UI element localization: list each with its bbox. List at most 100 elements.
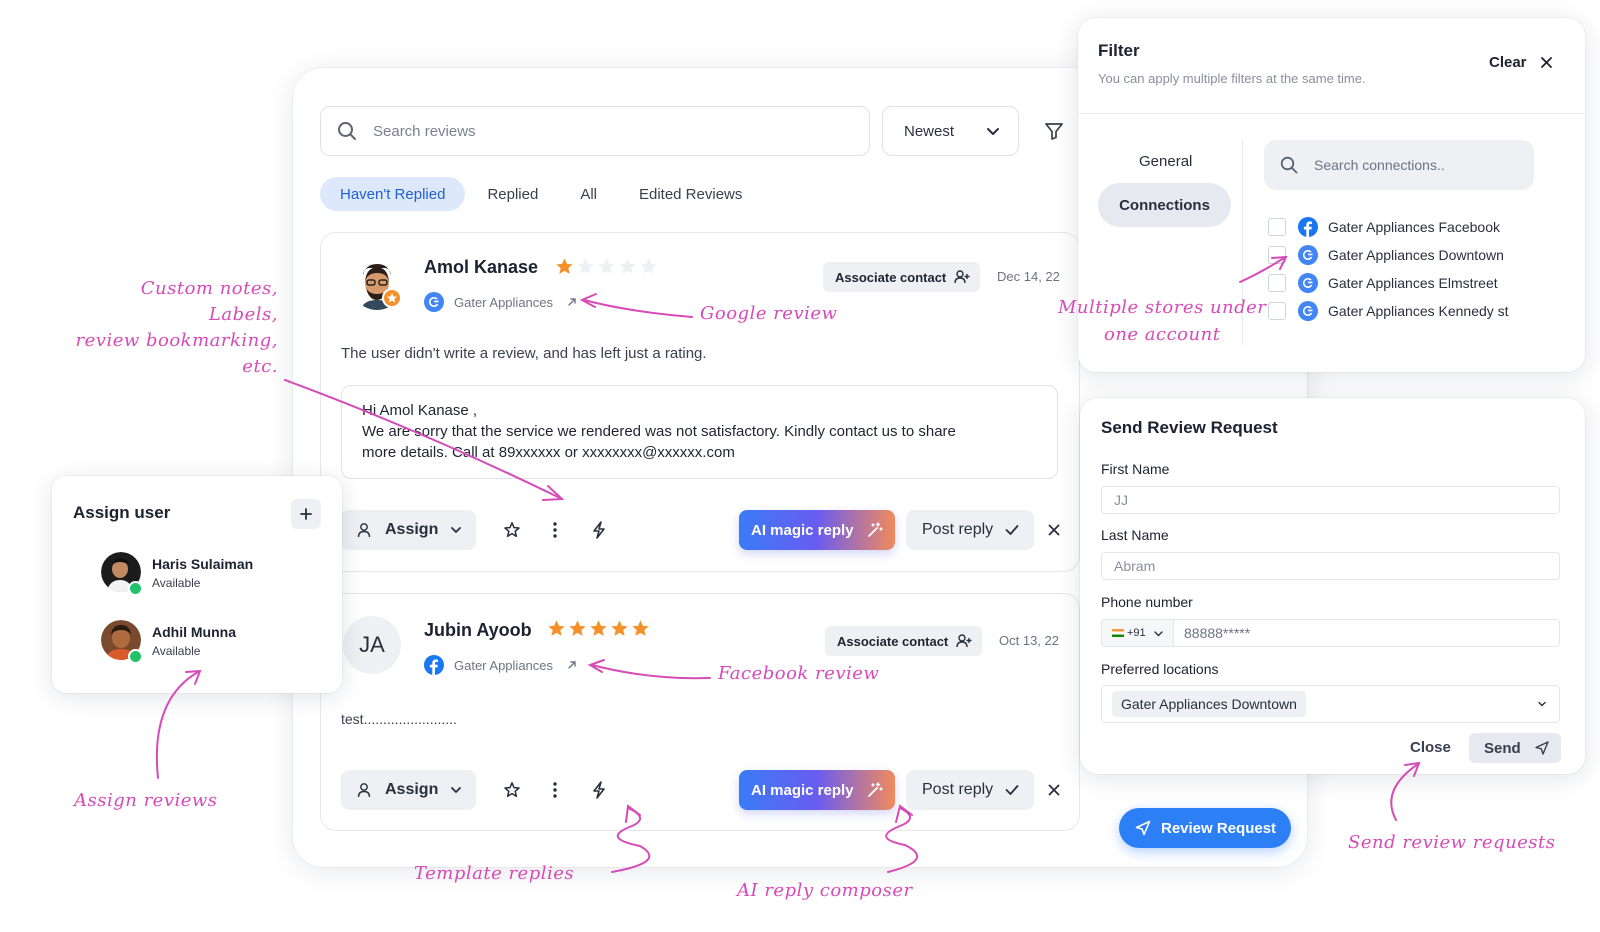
filter-tab-connections[interactable]: Connections — [1098, 183, 1231, 227]
chevron-down-icon — [451, 787, 462, 793]
chevron-down-icon — [987, 128, 999, 135]
associate-contact-button[interactable]: Associate contact — [825, 626, 983, 656]
reply-textarea[interactable]: Hi Amol Kanase , We are sorry that the s… — [341, 385, 1058, 479]
filter-button[interactable] — [1042, 119, 1066, 143]
connection-label: Gater Appliances Kennedy st — [1328, 303, 1509, 319]
bookmark-star-button[interactable] — [500, 518, 524, 542]
user-icon — [357, 523, 371, 538]
send-icon — [1534, 741, 1549, 755]
template-replies-button[interactable] — [587, 518, 611, 542]
preferred-locations-select[interactable]: Gater Appliances Downtown — [1101, 685, 1560, 723]
bookmark-star-button[interactable] — [500, 778, 524, 802]
search-connections-input[interactable]: Search connections.. — [1264, 140, 1534, 190]
annotation-ai-reply: AI reply composer — [737, 880, 913, 901]
external-link-icon[interactable] — [567, 297, 577, 307]
assign-button[interactable]: Assign — [341, 510, 476, 550]
review-date: Oct 13, 22 — [999, 633, 1059, 648]
user-name[interactable]: Haris Sulaiman — [152, 556, 253, 572]
review-request-label: Review Request — [1161, 819, 1277, 837]
connection-label: Gater Appliances Downtown — [1328, 247, 1504, 263]
tab-edited-reviews[interactable]: Edited Reviews — [619, 177, 762, 211]
preferred-locations-label: Preferred locations — [1101, 661, 1219, 677]
annotation-send-requests: Send review requests — [1348, 832, 1556, 853]
add-user-button[interactable] — [291, 499, 321, 529]
connection-item[interactable]: Gater Appliances Kennedy st — [1268, 301, 1509, 321]
more-options-button[interactable] — [543, 518, 567, 542]
connection-item[interactable]: Gater Appliances Facebook — [1268, 217, 1500, 237]
post-reply-button[interactable]: Post reply — [906, 510, 1034, 550]
review-text: test........................ — [341, 711, 457, 727]
checkbox[interactable] — [1268, 274, 1286, 292]
dismiss-reply-button[interactable] — [1042, 518, 1066, 542]
clear-filters-button[interactable]: Clear — [1489, 54, 1552, 71]
phone-number-label: Phone number — [1101, 594, 1193, 610]
post-reply-label: Post reply — [922, 521, 994, 538]
close-icon — [1048, 784, 1060, 796]
annotation-custom-notes: Custom notes, Labels, review bookmarking… — [76, 276, 278, 380]
ai-magic-reply-button[interactable]: AI magic reply — [739, 770, 895, 810]
chevron-down-icon — [451, 527, 462, 533]
filter-tab-general[interactable]: General — [1139, 153, 1192, 170]
annotation-template-replies: Template replies — [414, 863, 575, 884]
assign-button[interactable]: Assign — [341, 770, 476, 810]
check-icon — [1005, 785, 1019, 795]
sort-dropdown[interactable]: Newest — [882, 106, 1019, 156]
search-placeholder: Search reviews — [373, 122, 476, 140]
annotation-line: Multiple stores under — [1058, 297, 1267, 318]
star-filled-icon — [632, 620, 649, 636]
associate-contact-button[interactable]: Associate contact — [823, 262, 981, 292]
annotation-google-review: Google review — [700, 303, 838, 324]
more-options-button[interactable] — [543, 778, 567, 802]
annotation-facebook-review: Facebook review — [718, 663, 880, 684]
filter-title: Filter — [1098, 41, 1140, 60]
lightning-icon — [593, 521, 605, 539]
tab-replied[interactable]: Replied — [467, 177, 558, 211]
close-button[interactable]: Close — [1410, 739, 1451, 756]
plus-icon — [300, 508, 312, 520]
user-name[interactable]: Adhil Munna — [152, 624, 236, 640]
phone-number-field[interactable]: 88888***** — [1173, 619, 1560, 647]
user-icon — [357, 783, 371, 798]
google-icon — [1298, 245, 1318, 265]
country-code: +91 — [1127, 627, 1146, 639]
post-reply-button[interactable]: Post reply — [906, 770, 1034, 810]
facebook-icon — [1298, 217, 1318, 237]
connection-item[interactable]: Gater Appliances Elmstreet — [1268, 273, 1498, 293]
send-icon — [1135, 820, 1151, 836]
annotation-line: one account — [1103, 324, 1221, 345]
user-status: Available — [152, 576, 201, 590]
reviewer-name: Jubin Ayoob — [424, 620, 532, 640]
star-outline-icon — [504, 522, 520, 538]
search-connections-placeholder: Search connections.. — [1314, 157, 1445, 173]
first-name-label: First Name — [1101, 461, 1170, 477]
checkbox[interactable] — [1268, 218, 1286, 236]
send-button[interactable]: Send — [1469, 733, 1561, 763]
google-icon — [1298, 301, 1318, 321]
checkbox[interactable] — [1268, 246, 1286, 264]
search-reviews-input[interactable]: Search reviews — [320, 106, 870, 156]
associate-contact-label: Associate contact — [837, 633, 949, 649]
tab-havent-replied[interactable]: Haven't Replied — [320, 177, 466, 211]
annotation-line: etc. — [242, 356, 278, 377]
tab-all[interactable]: All — [560, 177, 617, 211]
checkbox[interactable] — [1268, 302, 1286, 320]
reply-line: We are sorry that the service we rendere… — [362, 423, 956, 440]
template-replies-button[interactable] — [587, 778, 611, 802]
ai-magic-reply-button[interactable]: AI magic reply — [739, 510, 895, 550]
send-label: Send — [1484, 739, 1521, 757]
first-name-field[interactable]: JJ — [1101, 486, 1560, 514]
close-icon — [1048, 524, 1060, 536]
star-rating — [547, 619, 652, 638]
connection-item[interactable]: Gater Appliances Downtown — [1268, 245, 1504, 265]
facebook-icon — [424, 655, 444, 675]
star-filled-icon — [590, 620, 607, 636]
last-name-field[interactable]: Abram — [1101, 552, 1560, 580]
location-chip[interactable]: Gater Appliances Downtown — [1112, 691, 1306, 717]
star-filled-icon — [569, 620, 586, 636]
review-request-button[interactable]: Review Request — [1119, 808, 1291, 848]
country-code-select[interactable]: +91 — [1101, 619, 1174, 647]
dismiss-reply-button[interactable] — [1042, 778, 1066, 802]
chevron-down-icon — [1153, 630, 1163, 636]
assign-user-title: Assign user — [73, 503, 171, 522]
external-link-icon[interactable] — [567, 660, 577, 670]
